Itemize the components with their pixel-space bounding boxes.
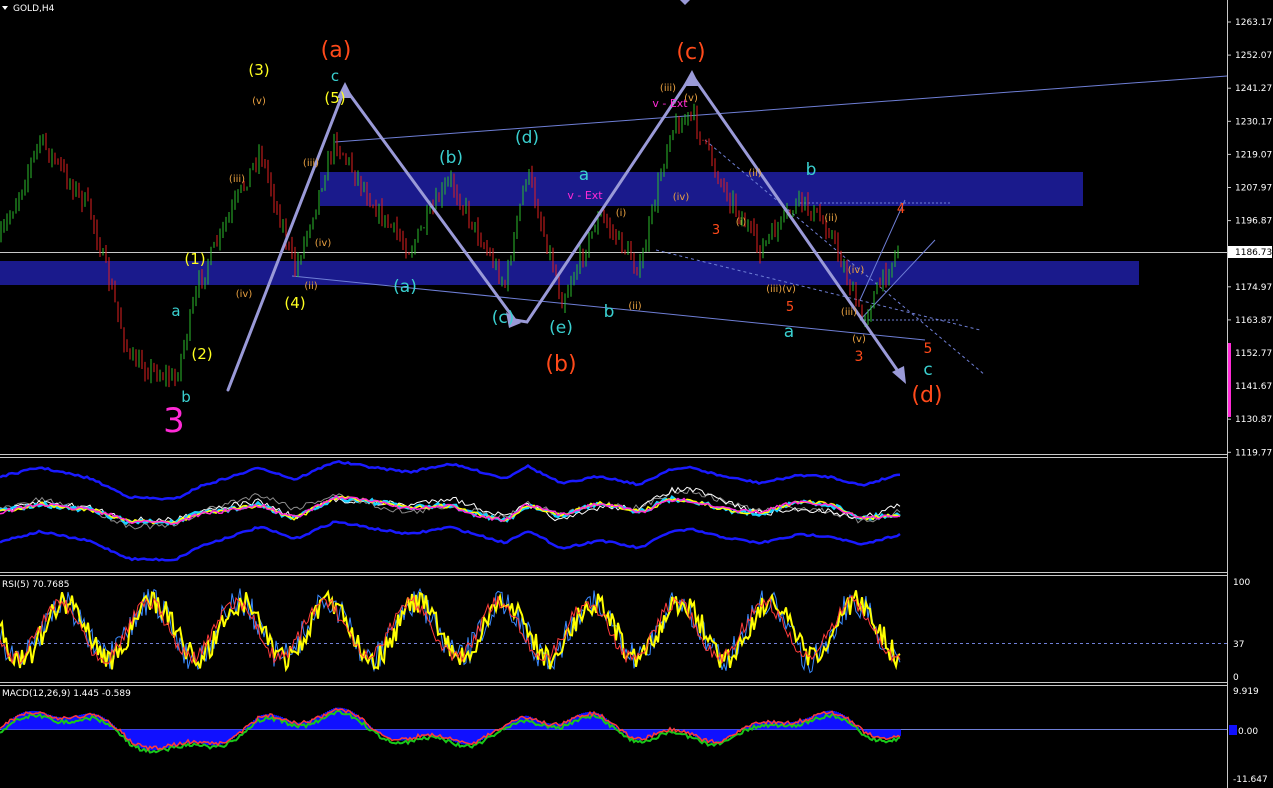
price-tick-label: 1152.77 xyxy=(1235,349,1272,359)
rsi-panel: RSI(5) 70.7685 100 37 0 xyxy=(0,578,1250,683)
wave-label: (ii) xyxy=(824,213,837,224)
wave-label: (iv) xyxy=(673,192,690,203)
price-tick-label: 1141.67 xyxy=(1235,382,1272,392)
price-tick-label: 1241.27 xyxy=(1235,84,1272,94)
wave-label: a xyxy=(579,165,589,185)
macd-level-zero: 0.00 xyxy=(1238,727,1258,737)
price-tick-label: 1196.87 xyxy=(1235,217,1272,227)
resistance-zone xyxy=(320,172,1083,206)
rsi-title: RSI(5) 70.7685 xyxy=(2,580,69,590)
wave-label: (iii) xyxy=(229,174,245,185)
wave-label: 3 xyxy=(712,223,720,238)
macd-level-bottom: -11.647 xyxy=(1233,775,1268,785)
trading-chart-window: (a) (b) (c) (d) 3 (3) (5) (1) (2) (4) c (b) (d) (a) (c… xyxy=(0,0,1273,788)
price-candles xyxy=(0,103,899,388)
wave-label: (iv) xyxy=(315,238,332,249)
price-tick-label: 1230.17 xyxy=(1235,117,1272,127)
wave-label: v - Ext xyxy=(567,189,603,202)
wave-label: (iii)(v) xyxy=(766,284,796,295)
price-tick-label: 1219.07 xyxy=(1235,150,1272,160)
wave-label: (d) xyxy=(515,128,539,148)
current-price-label: 1186.73 xyxy=(1235,248,1272,258)
wave-label: (1) xyxy=(184,250,205,268)
wave-label: (b) xyxy=(545,352,576,377)
wave-label: (a) xyxy=(321,38,352,63)
price-tick-label: 1119.77 xyxy=(1235,448,1272,458)
wave-label: c xyxy=(923,360,932,380)
symbol-label: GOLD,H4 xyxy=(13,4,55,14)
rsi-level-mid: 37 xyxy=(1233,640,1244,650)
chart-canvas[interactable]: (a) (b) (c) (d) 3 (3) (5) (1) (2) (4) c (b) (d) (a) (c… xyxy=(0,0,1273,788)
macd-lines xyxy=(0,707,901,754)
wave-label: (i) xyxy=(616,208,627,219)
wave-labels: (a) (b) (c) (d) 3 (3) (5) (1) (2) (4) c (b) (d) (a) (c… xyxy=(163,38,942,441)
wave-label: (v) xyxy=(684,93,698,104)
wave-label: (a) xyxy=(393,277,417,297)
support-zone xyxy=(0,261,1139,285)
scroll-marker-icon[interactable] xyxy=(680,0,690,5)
macd-level-top: 9.919 xyxy=(1233,687,1259,697)
wave-label: (iii) xyxy=(841,307,857,318)
wave-label: (e) xyxy=(549,318,573,338)
wave-label: 5 xyxy=(786,300,794,315)
wave-label: (d) xyxy=(911,383,942,408)
wave-label: b xyxy=(604,302,615,322)
wave-label: (v) xyxy=(252,96,266,107)
wave-label: (v) xyxy=(852,334,866,345)
wave-label: (ii) xyxy=(748,168,761,179)
rsi-lines xyxy=(0,587,901,674)
wave-label: (4) xyxy=(284,294,305,312)
wave-label: 3 xyxy=(163,401,185,441)
wave-label: (c) xyxy=(676,40,705,65)
wave-label: (c) xyxy=(492,308,515,328)
volume-scale-marker xyxy=(1228,343,1231,417)
wave-label: (ii) xyxy=(628,301,641,312)
wave-label: 5 xyxy=(924,341,933,357)
rsi-level-top: 100 xyxy=(1233,578,1250,588)
current-price-marker: 1186.73 xyxy=(1228,246,1272,258)
macd-panel: MACD(12,26,9) 1.445 -0.589 9.919 0.00 -1… xyxy=(0,687,1268,785)
rsi-level-bottom: 0 xyxy=(1233,673,1239,683)
wave-label: (iii) xyxy=(660,83,676,94)
macd-title: MACD(12,26,9) 1.445 -0.589 xyxy=(2,689,131,699)
wave-label: (b) xyxy=(439,148,463,168)
wave-label: 4 xyxy=(897,202,905,217)
chevron-down-icon[interactable] xyxy=(2,6,8,10)
wave-label: 3 xyxy=(855,349,864,365)
wave-label: a xyxy=(784,322,794,342)
bands-indicator-panel xyxy=(0,459,901,562)
wave-label: (ii) xyxy=(304,281,317,292)
wave-label: a xyxy=(171,302,180,320)
price-tick-label: 1252.07 xyxy=(1235,51,1272,61)
wave-label: b xyxy=(181,388,191,406)
price-tick-label: 1174.97 xyxy=(1235,283,1272,293)
wave-label: (2) xyxy=(191,345,212,363)
wave-label: (5) xyxy=(324,89,345,107)
wave-label: v - Ext xyxy=(652,97,688,110)
wave-label: b xyxy=(806,160,817,180)
price-tick-label: 1263.17 xyxy=(1235,18,1272,28)
price-axis: 1263.17 1252.07 1241.27 1230.17 1219.07 1207.… xyxy=(1227,18,1272,458)
chart-header: GOLD,H4 xyxy=(2,0,690,14)
wave-arrows xyxy=(226,70,906,392)
wave-label: (iii) xyxy=(303,158,319,169)
wave-label: (iv) xyxy=(236,289,253,300)
price-tick-label: 1163.87 xyxy=(1235,316,1272,326)
wave-label: (i) xyxy=(736,217,747,228)
wave-label: (3) xyxy=(248,61,269,79)
wave-label: (iv) xyxy=(848,265,865,276)
wave-label: c xyxy=(331,67,339,85)
price-tick-label: 1207.97 xyxy=(1235,184,1272,194)
price-tick-label: 1130.87 xyxy=(1235,415,1272,425)
